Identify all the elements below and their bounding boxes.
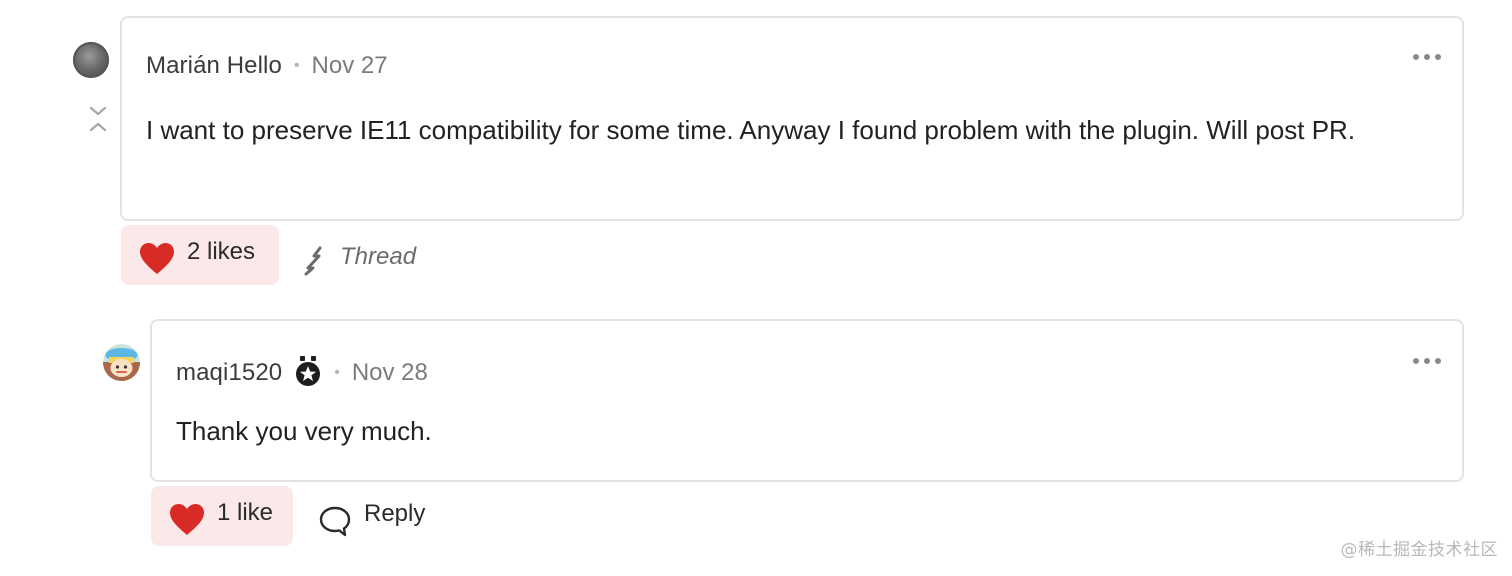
comment-card: Marián Hello • Nov 27 I want to preserve… bbox=[120, 16, 1464, 221]
like-count: 1 like bbox=[217, 499, 274, 526]
comment-date[interactable]: Nov 28 bbox=[352, 359, 428, 387]
reply-label: Reply bbox=[364, 500, 426, 527]
thread-arrow-icon bbox=[304, 246, 322, 276]
heart-icon bbox=[170, 504, 204, 535]
speech-bubble-icon bbox=[319, 506, 351, 537]
comment-body: Thank you very much. bbox=[176, 416, 432, 446]
like-count: 2 likes bbox=[187, 238, 256, 265]
more-dots-icon bbox=[1413, 358, 1441, 364]
collapse-thread-toggle[interactable] bbox=[84, 100, 112, 138]
comment-meta: Marián Hello • Nov 27 bbox=[146, 52, 388, 80]
like-button[interactable]: 1 like bbox=[151, 486, 293, 546]
more-options-button[interactable] bbox=[1412, 353, 1442, 364]
comment-date[interactable]: Nov 27 bbox=[312, 52, 388, 80]
cartoon-avatar-icon bbox=[103, 344, 140, 381]
meta-separator: • bbox=[334, 364, 340, 381]
comment-author[interactable]: maqi1520 bbox=[176, 359, 282, 387]
collapse-chevrons-icon bbox=[89, 106, 107, 132]
heart-icon bbox=[140, 243, 174, 274]
like-button[interactable]: 2 likes bbox=[121, 225, 279, 285]
thread-label: Thread bbox=[340, 243, 417, 270]
author-avatar[interactable] bbox=[103, 344, 140, 381]
comment-meta: maqi1520 • Nov 28 bbox=[176, 356, 428, 389]
more-options-button[interactable] bbox=[1412, 49, 1442, 60]
star-medal-icon bbox=[296, 356, 321, 386]
reply-card: maqi1520 • Nov 28 Thank you very much. bbox=[150, 319, 1464, 482]
comment-body: I want to preserve IE11 compatibility fo… bbox=[146, 115, 1356, 145]
reply-button[interactable]: Reply bbox=[318, 496, 425, 538]
thread-link[interactable]: Thread bbox=[302, 238, 416, 276]
site-watermark: @稀土掘金技术社区 bbox=[1340, 540, 1498, 560]
comment-author[interactable]: Marián Hello bbox=[146, 52, 282, 80]
author-avatar[interactable] bbox=[73, 42, 109, 78]
more-dots-icon bbox=[1413, 54, 1441, 60]
meta-separator: • bbox=[293, 57, 300, 74]
